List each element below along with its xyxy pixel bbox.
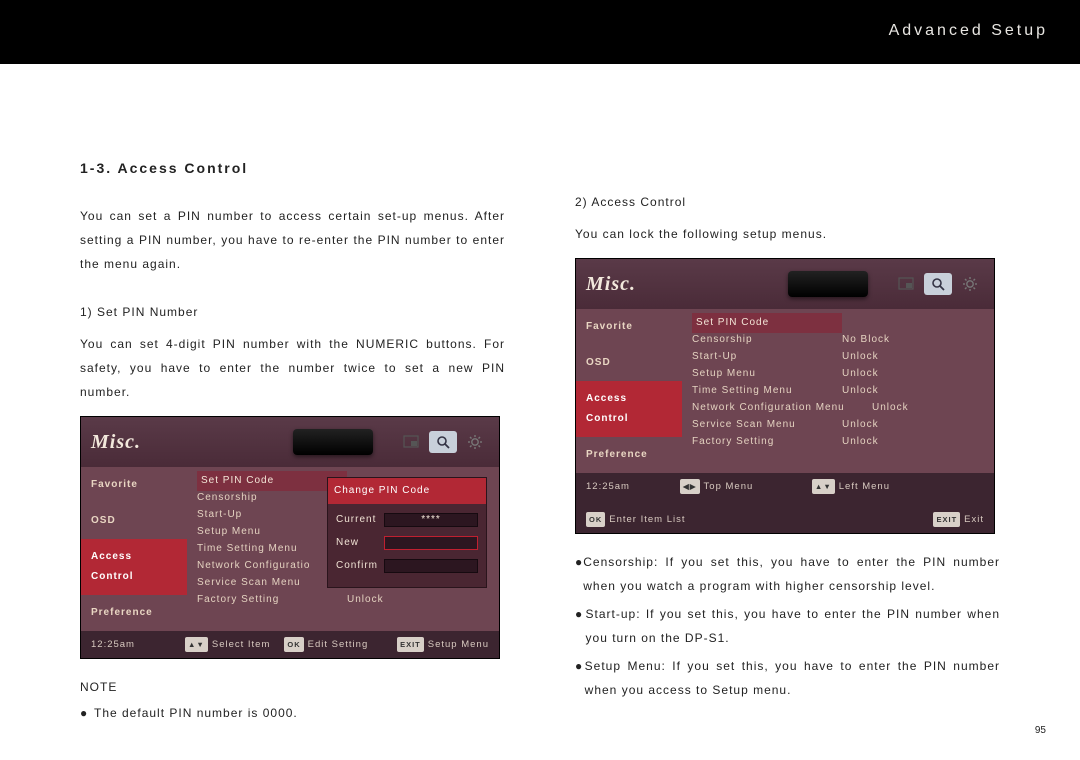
bullet-startup: Start-up: If you set this, you have to e…: [586, 602, 1000, 650]
pip-icon: [397, 431, 425, 453]
pin-confirm-field[interactable]: [384, 559, 478, 573]
menu-row-censorship[interactable]: CensorshipNo Block: [692, 332, 984, 348]
osd-sidebar: Favorite OSD Access Control Preference: [81, 467, 187, 631]
sidebar-item-favorite[interactable]: Favorite: [576, 309, 682, 345]
menu-row-setup-menu[interactable]: Setup MenuUnlock: [692, 366, 984, 382]
osd2-sidebar: Favorite OSD Access Control Preference: [576, 309, 682, 473]
key-leftright-icon: ◀▶: [680, 479, 700, 494]
note-label: NOTE: [80, 675, 505, 699]
access-control-body: You can lock the following setup menus.: [575, 222, 1000, 246]
pin-confirm-label: Confirm: [336, 556, 384, 576]
search-icon: [924, 273, 952, 295]
left-column: 1-3. Access Control You can set a PIN nu…: [80, 154, 505, 729]
pin-new-label: New: [336, 533, 384, 553]
osd2-header: Misc.: [576, 259, 994, 309]
subhead-access-control: 2) Access Control: [575, 190, 1000, 214]
menu-row-startup[interactable]: Start-UpUnlock: [692, 349, 984, 365]
hint-edit-setting: Edit Setting: [308, 635, 369, 654]
sidebar-item-preference[interactable]: Preference: [81, 595, 187, 631]
sidebar-item-osd[interactable]: OSD: [81, 503, 187, 539]
key-ok-icon: OK: [284, 637, 303, 652]
sidebar-item-preference[interactable]: Preference: [576, 437, 682, 473]
bullet-censorship: Censorship: If you set this, you have to…: [583, 550, 1000, 598]
pin-new-field[interactable]: [384, 536, 478, 550]
set-pin-body: You can set 4-digit PIN number with the …: [80, 332, 505, 404]
bullet-setup-menu: Setup Menu: If you set this, you have to…: [585, 654, 1000, 702]
figure-set-pin: Misc. Favorite OSD Access Control Prefer…: [80, 416, 500, 659]
intro-paragraph: You can set a PIN number to access certa…: [80, 204, 505, 276]
device-icon: [293, 429, 373, 455]
gear-icon: [956, 273, 984, 295]
osd-clock: 12:25am: [91, 635, 171, 654]
change-pin-dialog: Change PIN Code Current**** New Confirm: [327, 477, 487, 588]
key-updown-icon: ▲▼: [812, 479, 835, 494]
key-exit-icon: EXIT: [397, 637, 424, 652]
menu-row-time[interactable]: Time Setting MenuUnlock: [692, 383, 984, 399]
note-default-pin: The default PIN number is 0000.: [94, 701, 298, 725]
bullet-dot-icon: ●: [80, 701, 94, 725]
search-icon: [429, 431, 457, 453]
menu-row-set-pin[interactable]: Set PIN Code: [692, 315, 984, 331]
osd-header: Misc.: [81, 417, 499, 467]
sidebar-item-favorite[interactable]: Favorite: [81, 467, 187, 503]
key-ok-icon: OK: [586, 512, 605, 527]
hint-left-menu: Left Menu: [839, 477, 890, 496]
figure-access-control: Misc. Favorite OSD Access Control Prefer…: [575, 258, 995, 534]
osd2-title: Misc.: [586, 264, 636, 304]
pin-dialog-title: Change PIN Code: [328, 478, 486, 504]
pin-current-field[interactable]: ****: [384, 513, 478, 527]
pin-current-label: Current: [336, 510, 384, 530]
key-updown-icon: ▲▼: [185, 637, 208, 652]
bullet-dot-icon: ●: [575, 602, 586, 650]
osd-main-panel: Set PIN Code Censorship Start-Up Setup M…: [187, 467, 499, 631]
sidebar-item-osd[interactable]: OSD: [576, 345, 682, 381]
sidebar-item-access-control[interactable]: Access Control: [81, 539, 187, 595]
hint-exit: Exit: [964, 510, 984, 529]
hint-select-item: Select Item: [212, 635, 271, 654]
menu-row-factory[interactable]: Factory SettingUnlock: [197, 592, 489, 608]
page-number: 95: [1035, 725, 1046, 736]
menu-row-network[interactable]: Network Configuration MenuUnlock: [692, 400, 984, 416]
header-band: Advanced Setup: [0, 0, 1080, 64]
header-title: Advanced Setup: [889, 22, 1048, 40]
osd-title: Misc.: [91, 422, 141, 462]
device-icon: [788, 271, 868, 297]
gear-icon: [461, 431, 489, 453]
bullet-dot-icon: ●: [575, 654, 585, 702]
osd2-main-panel: Set PIN Code CensorshipNo Block Start-Up…: [682, 309, 994, 473]
bullet-dot-icon: ●: [575, 550, 583, 598]
menu-row-factory[interactable]: Factory SettingUnlock: [692, 434, 984, 450]
right-column: 2) Access Control You can lock the follo…: [575, 154, 1000, 729]
section-title: 1-3. Access Control: [80, 154, 505, 182]
content-columns: 1-3. Access Control You can set a PIN nu…: [0, 64, 1080, 729]
key-exit-icon: EXIT: [933, 512, 960, 527]
hint-enter-list: Enter Item List: [609, 510, 685, 529]
osd-footer: 12:25am ▲▼ Select Item OK Edit Setting EXI…: [81, 631, 499, 658]
hint-setup-menu: Setup Menu: [428, 635, 489, 654]
osd2-footer: 12:25am ◀▶ Top Menu ▲▼ Left Menu OK Enter I…: [576, 473, 994, 533]
menu-row-scan[interactable]: Service Scan MenuUnlock: [692, 417, 984, 433]
sidebar-item-access-control[interactable]: Access Control: [576, 381, 682, 437]
hint-top-menu: Top Menu: [704, 477, 754, 496]
osd2-clock: 12:25am: [586, 477, 666, 496]
subhead-set-pin: 1) Set PIN Number: [80, 300, 505, 324]
pip-icon: [892, 273, 920, 295]
